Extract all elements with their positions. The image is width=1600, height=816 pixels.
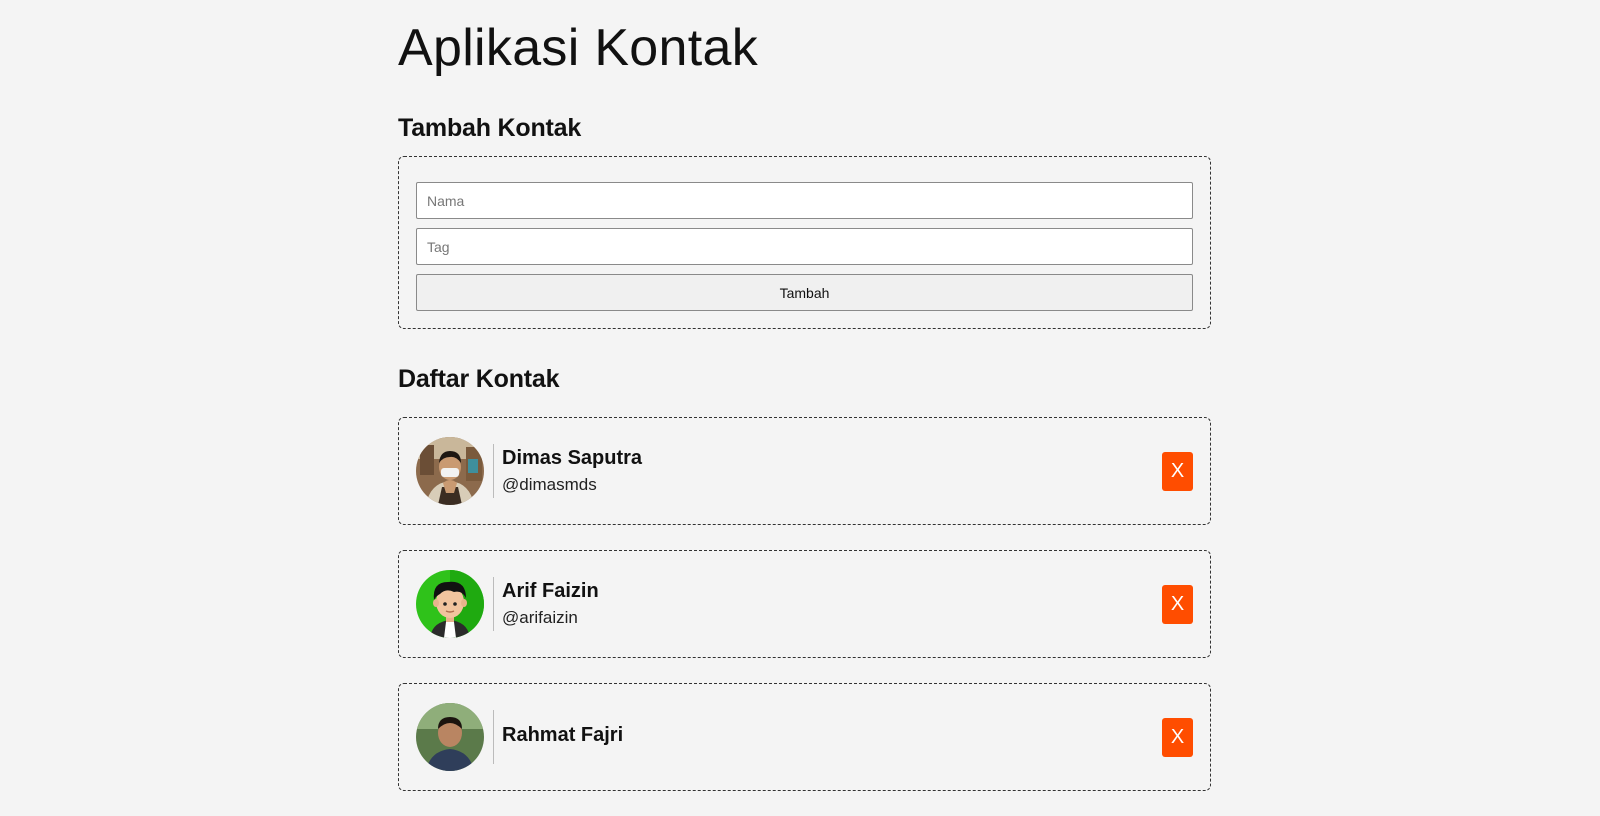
add-contact-title: Tambah Kontak: [398, 114, 582, 142]
contact-card: Rahmat Fajri X: [398, 683, 1211, 791]
name-input[interactable]: [416, 182, 1193, 219]
contact-list: Dimas Saputra @dimasmds X Arif Faizin @a…: [398, 417, 1211, 791]
card-divider: [493, 577, 494, 631]
delete-contact-button[interactable]: X: [1162, 717, 1193, 757]
delete-contact-button[interactable]: X: [1162, 451, 1193, 491]
cartoon-avatar-icon: [416, 570, 484, 638]
card-divider: [493, 444, 494, 498]
contact-tag: @arifaizin: [502, 608, 578, 627]
contact-name: Arif Faizin: [502, 580, 599, 602]
app-title: Aplikasi Kontak: [398, 19, 759, 77]
contact-name: Dimas Saputra: [502, 447, 643, 469]
contact-card: Arif Faizin @arifaizin X: [398, 550, 1211, 658]
contact-info: Arif Faizin @arifaizin: [502, 579, 1162, 629]
contact-info: Dimas Saputra @dimasmds: [502, 446, 1162, 496]
card-divider: [493, 710, 494, 764]
contact-tag: @dimasmds: [502, 475, 597, 494]
photo-avatar-icon: [416, 703, 484, 771]
tag-input[interactable]: [416, 228, 1193, 265]
contact-info: Rahmat Fajri: [502, 723, 1162, 751]
contact-list-title: Daftar Kontak: [398, 365, 560, 393]
delete-contact-button[interactable]: X: [1162, 584, 1193, 624]
add-contact-form: Tambah: [398, 156, 1211, 329]
contact-app: Aplikasi Kontak Tambah Kontak Tambah Daf…: [398, 0, 1211, 816]
add-contact-button[interactable]: Tambah: [416, 274, 1193, 311]
contact-card: Dimas Saputra @dimasmds X: [398, 417, 1211, 525]
photo-avatar-icon: [416, 437, 484, 505]
